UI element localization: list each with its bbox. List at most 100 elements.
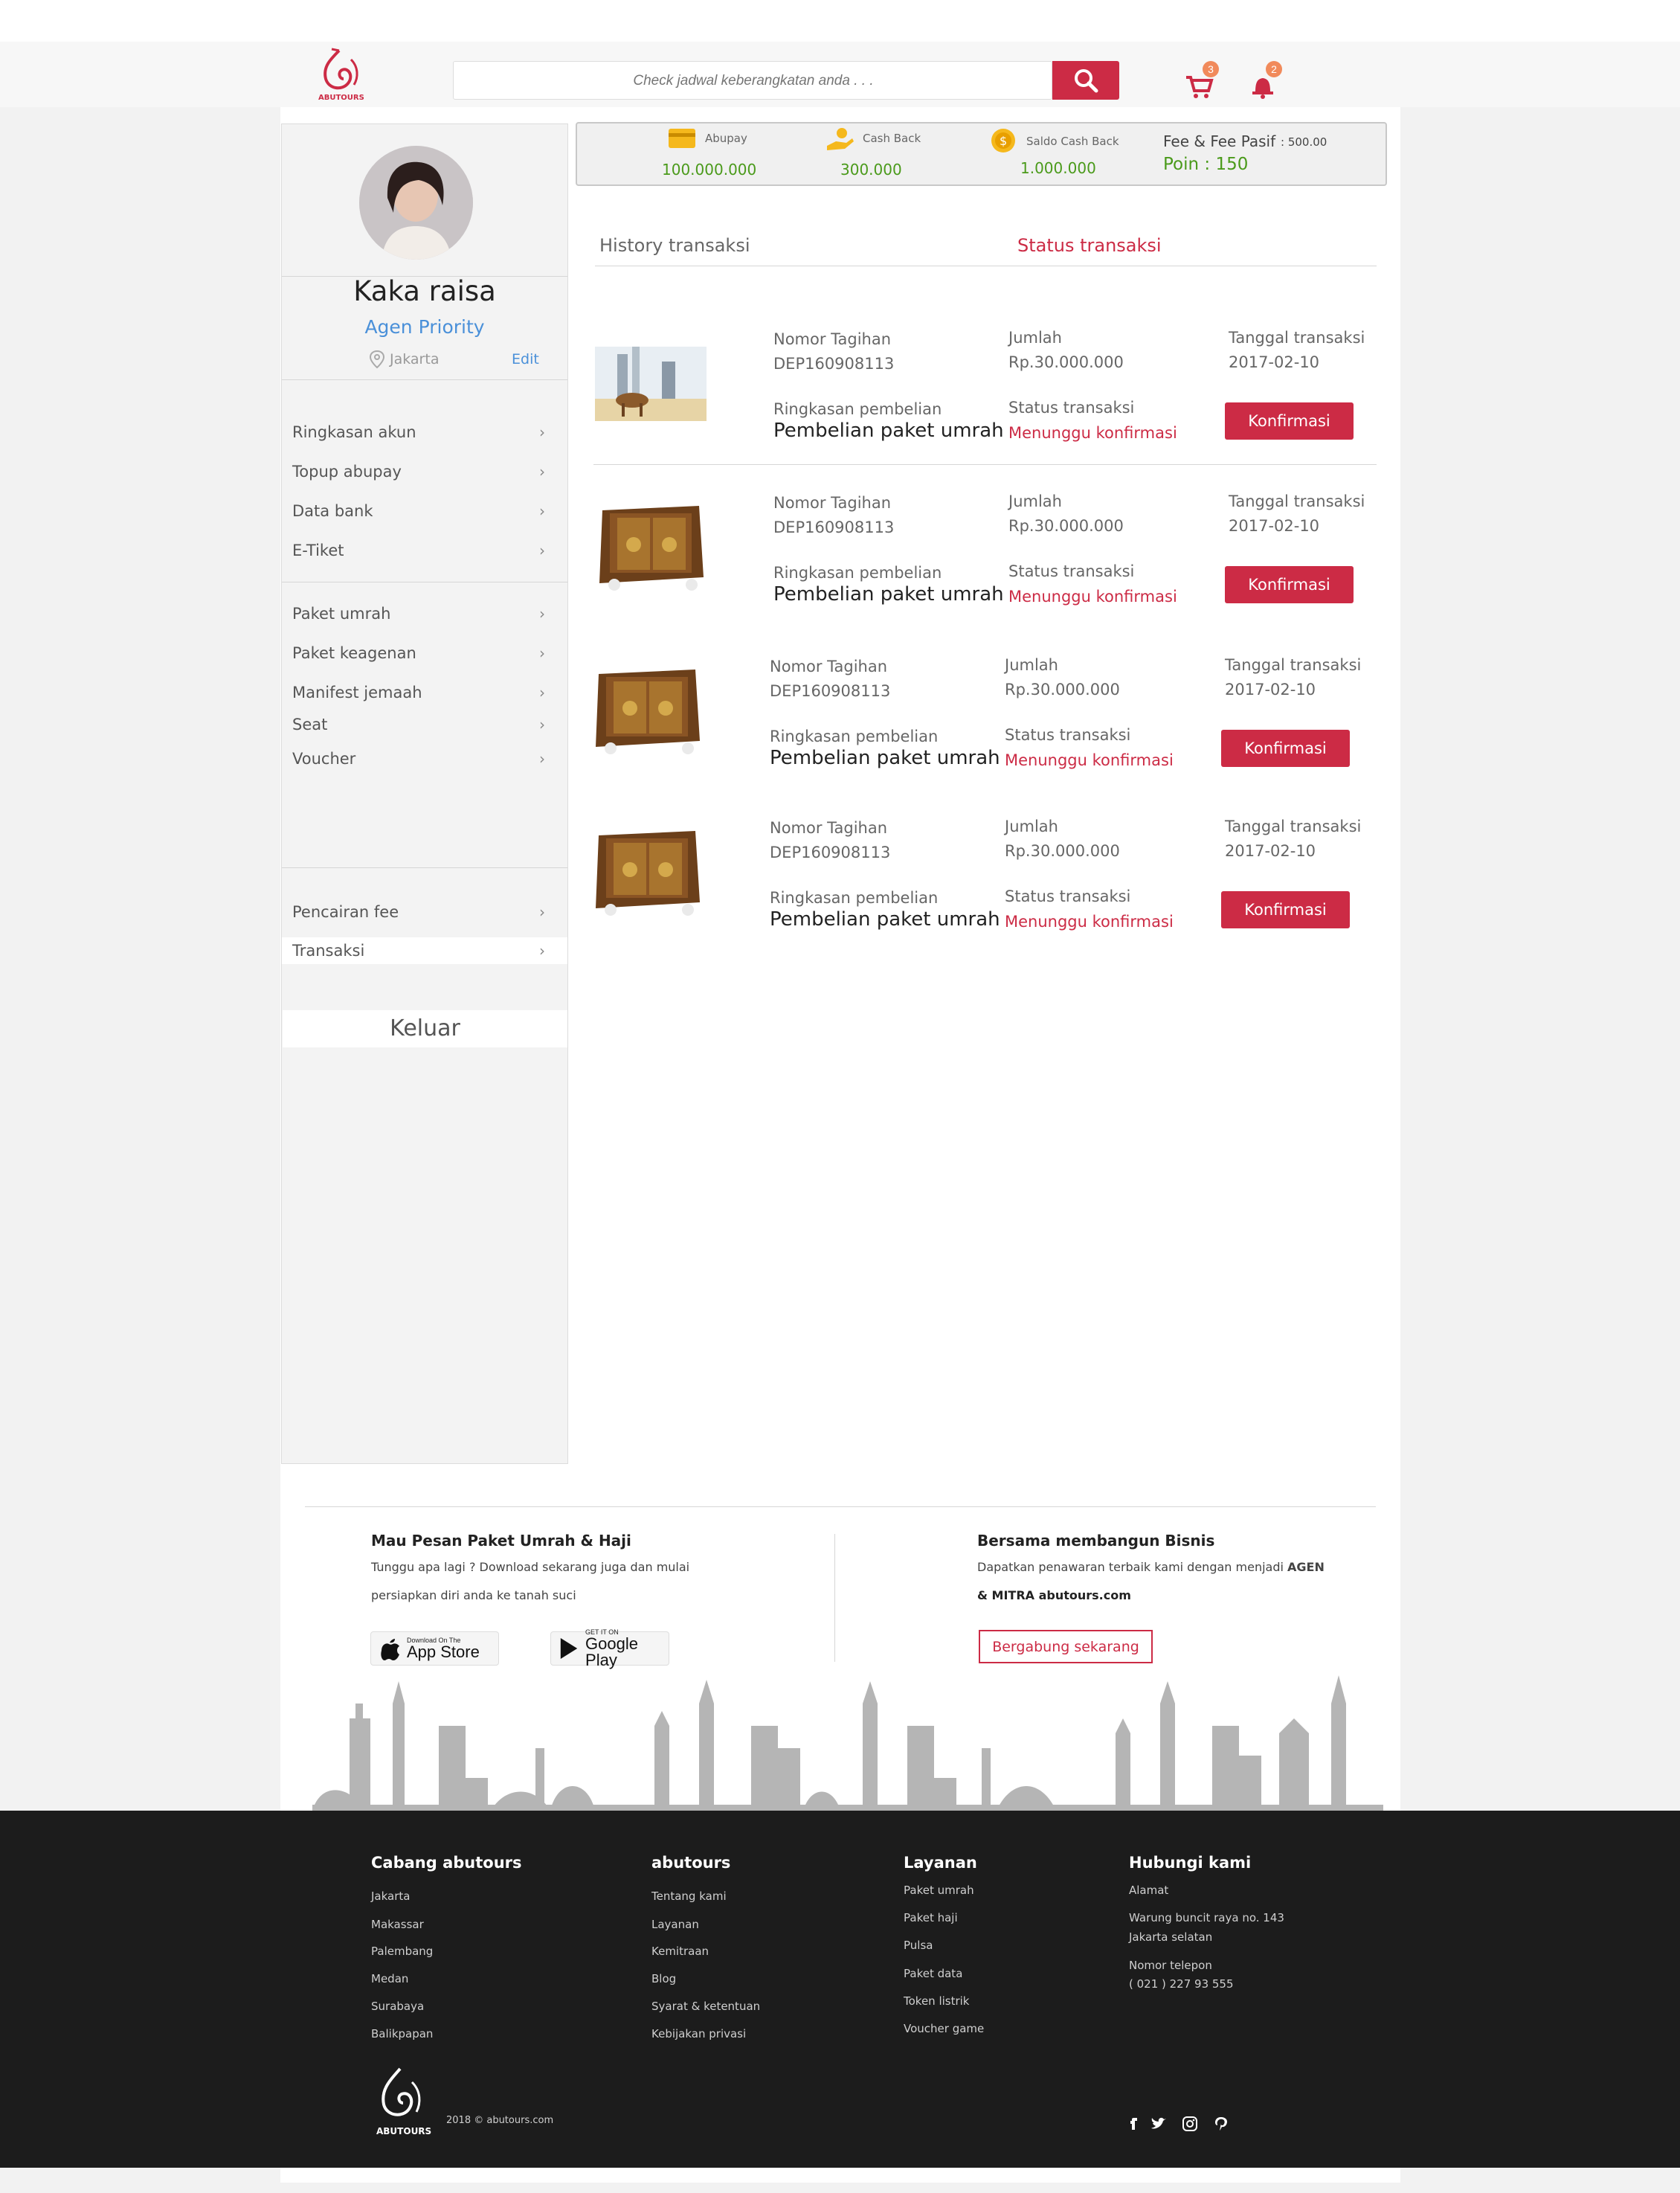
google-play-button[interactable]: GET IT ON Google Play: [550, 1628, 669, 1669]
footer-about-link[interactable]: Layanan: [651, 1918, 699, 1931]
chevron-right-icon: ›: [539, 542, 545, 559]
footer-branch-link[interactable]: Medan: [371, 1972, 408, 1985]
notification-button[interactable]: 2: [1242, 61, 1287, 110]
confirm-button[interactable]: Konfirmasi: [1225, 402, 1354, 440]
sidebar-item-label: Data bank: [292, 502, 373, 520]
sidebar-item-data-bank[interactable]: Data bank ›: [282, 496, 567, 526]
invoice-number-value: DEP160908113: [770, 844, 891, 861]
promo-right-line1: Dapatkan penawaran terbaik kami dengan m…: [977, 1560, 1325, 1574]
status-value: Menunggu konfirmasi: [1005, 913, 1174, 931]
svg-text:ABUTOURS: ABUTOURS: [376, 2126, 431, 2136]
footer-service-link[interactable]: Voucher game: [904, 2022, 984, 2035]
date-value: 2017-02-10: [1229, 517, 1320, 535]
sidebar-item-ringkasan-akun[interactable]: Ringkasan akun ›: [282, 417, 567, 447]
twitter-icon[interactable]: [1150, 2115, 1168, 2133]
play-store-icon: [560, 1637, 578, 1660]
fee-value: : 500.00: [1281, 135, 1327, 149]
search-input[interactable]: [454, 62, 1053, 100]
sidebar-item-e-tiket[interactable]: E-Tiket ›: [282, 536, 567, 565]
footer-service-link[interactable]: Paket data: [904, 1967, 962, 1980]
footer-service-title: Layanan: [904, 1854, 977, 1872]
footer-service-link[interactable]: Paket umrah: [904, 1884, 974, 1897]
amount-label: Jumlah: [1005, 818, 1058, 835]
footer-service-link[interactable]: Paket haji: [904, 1911, 958, 1924]
apple-icon: [381, 1639, 399, 1660]
footer-branch-link[interactable]: Palembang: [371, 1945, 433, 1958]
sidebar-item-paket-keagenan[interactable]: Paket keagenan ›: [282, 638, 567, 668]
instagram-icon[interactable]: [1181, 2115, 1199, 2133]
footer-phone-label: Nomor telepon: [1129, 1959, 1212, 1972]
footer-about-link[interactable]: Kemitraan: [651, 1945, 709, 1958]
footer-phone: ( 021 ) 227 93 555: [1129, 1977, 1234, 1991]
footer-address-label: Alamat: [1129, 1884, 1169, 1897]
promo-left-line2: persiapkan diri anda ke tanah suci: [371, 1588, 576, 1602]
pinterest-icon[interactable]: [1212, 2115, 1230, 2133]
date-value: 2017-02-10: [1229, 353, 1320, 371]
promo-right-title: Bersama membangun Bisnis: [977, 1532, 1215, 1550]
cashback-hand-icon: [827, 128, 854, 150]
package-thumbnail: [588, 495, 712, 596]
chevron-right-icon: ›: [539, 605, 545, 623]
promo-left-title: Mau Pesan Paket Umrah & Haji: [371, 1532, 631, 1550]
cart-button[interactable]: 3: [1179, 61, 1223, 110]
profile-role: Agen Priority: [364, 316, 485, 338]
sidebar-item-manifest-jemaah[interactable]: Manifest jemaah ›: [282, 678, 567, 707]
logout-button[interactable]: Keluar: [283, 1010, 567, 1047]
invoice-number-value: DEP160908113: [773, 518, 895, 536]
footer-branch-link[interactable]: Jakarta: [371, 1889, 410, 1903]
sidebar-item-voucher[interactable]: Voucher ›: [282, 744, 567, 774]
sidebar-divider: [282, 379, 567, 380]
footer-about-link[interactable]: Blog: [651, 1972, 676, 1985]
edit-profile-link[interactable]: Edit: [512, 351, 539, 367]
promo-left-line1: Tunggu apa lagi ? Download sekarang juga…: [371, 1560, 690, 1574]
footer-branch-link[interactable]: Surabaya: [371, 2000, 424, 2013]
footer-about-link[interactable]: Kebijakan privasi: [651, 2027, 746, 2041]
tab-status-transaksi[interactable]: Status transaksi: [1017, 235, 1162, 256]
footer-logo[interactable]: ABUTOURS: [367, 2064, 434, 2139]
summary-value: Pembelian paket umrah: [773, 583, 1004, 606]
confirm-button[interactable]: Konfirmasi: [1221, 891, 1350, 928]
footer-about-title: abutours: [651, 1854, 731, 1872]
footer-about-link[interactable]: Tentang kami: [651, 1889, 727, 1903]
invoice-number-label: Nomor Tagihan: [773, 330, 892, 348]
sidebar-item-topup-abupay[interactable]: Topup abupay ›: [282, 457, 567, 487]
date-label: Tanggal transaksi: [1225, 656, 1362, 674]
abupay-label: Abupay: [705, 132, 747, 145]
app-store-button[interactable]: Download On The App Store: [370, 1631, 499, 1666]
search-button[interactable]: [1052, 61, 1119, 100]
search-box: [453, 61, 1053, 100]
footer-contact-title: Hubungi kami: [1129, 1854, 1252, 1872]
sidebar-item-transaksi[interactable]: Transaksi ›: [282, 937, 567, 964]
sidebar-item-pencairan-fee[interactable]: Pencairan fee ›: [282, 897, 567, 927]
summary-value: Pembelian paket umrah: [770, 747, 1000, 769]
confirm-button[interactable]: Konfirmasi: [1221, 730, 1350, 767]
sidebar-item-label: Paket umrah: [292, 605, 391, 623]
top-bar: [0, 0, 1680, 42]
cashback-value: 300.000: [840, 161, 902, 179]
footer-service-link[interactable]: Token listrik: [904, 1994, 970, 2008]
chevron-right-icon: ›: [539, 502, 545, 520]
row-divider: [593, 464, 1377, 465]
sidebar-divider: [282, 867, 567, 868]
footer-service-link[interactable]: Pulsa: [904, 1939, 933, 1952]
footer-branch-link[interactable]: Makassar: [371, 1918, 424, 1931]
footer-branch-link[interactable]: Balikpapan: [371, 2027, 433, 2041]
chevron-right-icon: ›: [539, 684, 545, 701]
footer-about-link[interactable]: Syarat & ketentuan: [651, 2000, 760, 2013]
tab-history-transaksi[interactable]: History transaksi: [599, 235, 750, 256]
package-thumbnail: [588, 332, 712, 432]
facebook-icon[interactable]: [1124, 2115, 1142, 2133]
profile-location: Jakarta: [369, 350, 439, 369]
chevron-right-icon: ›: [539, 463, 545, 481]
status-label: Status transaksi: [1008, 562, 1135, 580]
sidebar-item-paket-umrah[interactable]: Paket umrah ›: [282, 599, 567, 629]
invoice-number-value: DEP160908113: [770, 682, 891, 700]
package-thumbnail: [584, 821, 709, 921]
join-now-button[interactable]: Bergabung sekarang: [979, 1630, 1153, 1663]
confirm-button[interactable]: Konfirmasi: [1225, 566, 1354, 603]
summary-label: Ringkasan pembelian: [773, 400, 942, 418]
sidebar-item-seat[interactable]: Seat ›: [282, 710, 567, 739]
brand-logo[interactable]: ABUTOURS: [309, 45, 369, 104]
sidebar-item-label: Topup abupay: [292, 463, 402, 481]
cart-count-badge: 3: [1203, 61, 1219, 77]
